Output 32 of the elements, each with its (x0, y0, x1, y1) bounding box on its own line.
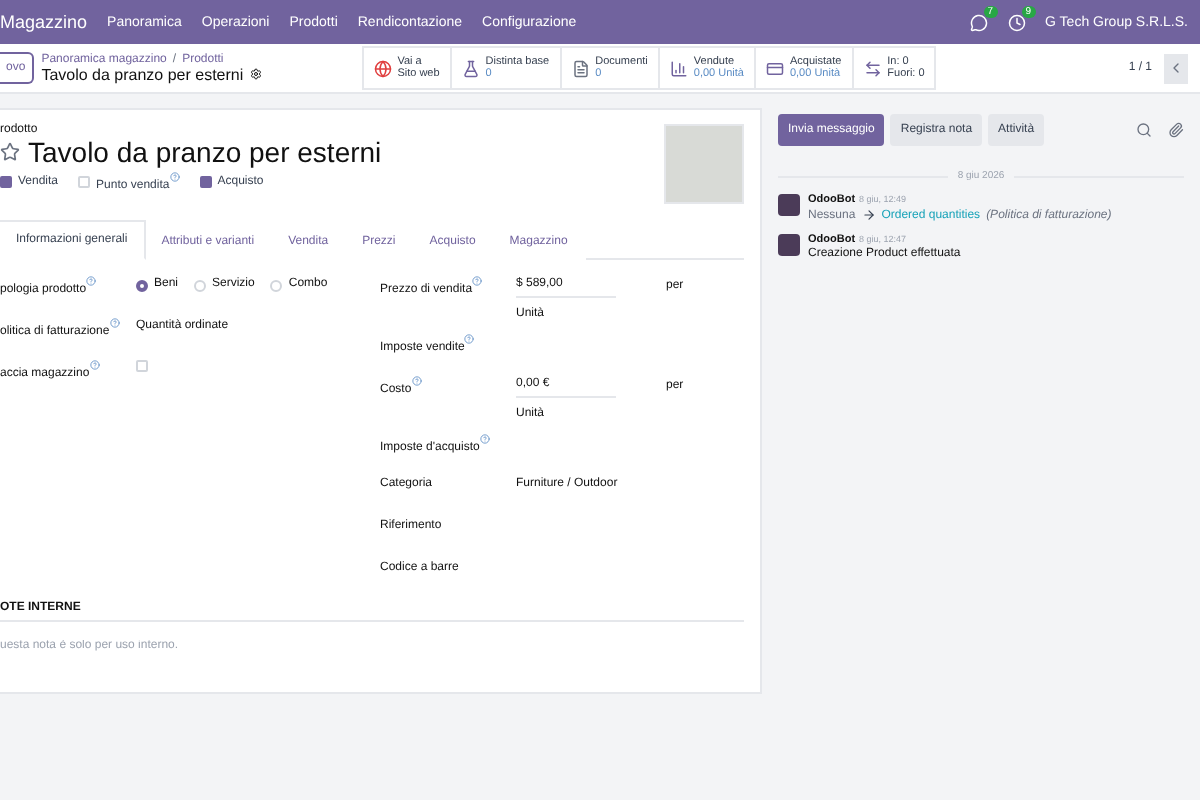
avatar (778, 194, 800, 216)
chevron-left-icon (1168, 60, 1184, 76)
bar-chart-icon (669, 59, 688, 77)
help-icon[interactable] (464, 334, 475, 345)
checkbox[interactable] (0, 176, 12, 188)
help-icon[interactable] (169, 172, 180, 182)
flask-icon (461, 59, 480, 77)
globe-icon (373, 59, 392, 77)
help-icon[interactable] (86, 276, 97, 286)
help-icon[interactable] (479, 434, 490, 445)
previous-button[interactable] (1164, 53, 1188, 83)
app-name[interactable]: Magazzino (0, 12, 88, 32)
paperclip-icon[interactable] (1168, 122, 1184, 138)
avatar (778, 234, 800, 256)
star-icon[interactable] (0, 142, 20, 162)
checkbox[interactable] (199, 176, 212, 188)
credit-card-icon (765, 59, 784, 77)
help-icon[interactable] (109, 318, 120, 328)
settings-icon[interactable] (249, 68, 262, 80)
document-icon (571, 59, 590, 77)
record-title: Tavolo da pranzo per esterni (41, 65, 244, 83)
radio-button[interactable] (136, 279, 148, 292)
transfer-arrows-icon (863, 59, 882, 77)
arrow-icon (861, 208, 876, 222)
help-icon[interactable] (411, 376, 422, 387)
clock-icon[interactable] (1007, 13, 1026, 31)
help-icon[interactable] (89, 360, 100, 370)
search-icon[interactable] (1136, 122, 1152, 138)
photo-placeholder (664, 124, 744, 204)
chat-icon[interactable] (969, 13, 988, 31)
product-name: Tavolo da pranzo per esterni (28, 136, 382, 168)
help-icon[interactable] (472, 276, 483, 286)
